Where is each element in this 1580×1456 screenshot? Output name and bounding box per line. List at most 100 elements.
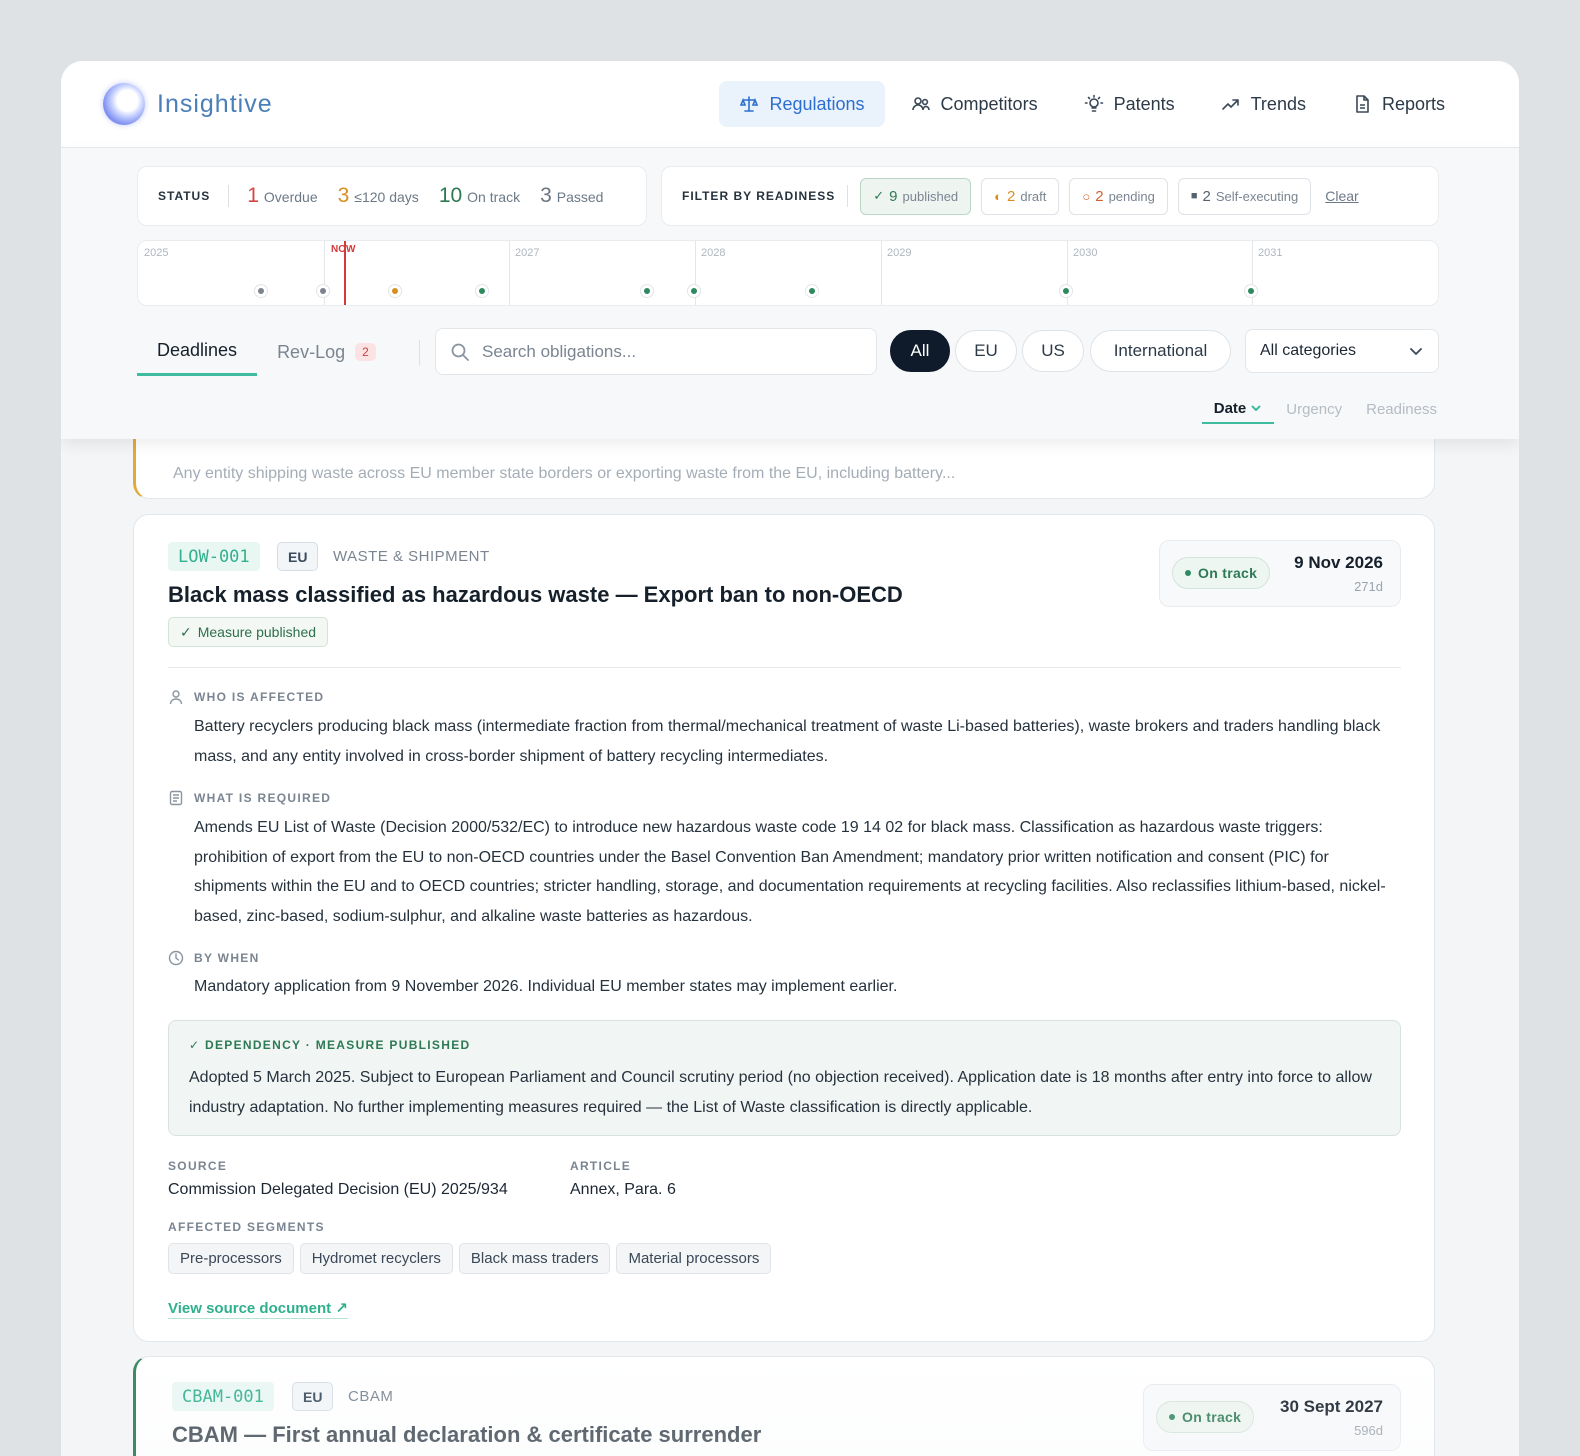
trend-icon [1221,99,1239,110]
timeline-year: 2030 [1073,247,1098,259]
region-badge: EU [277,542,319,571]
search-input[interactable] [482,341,842,362]
who-text: Battery recyclers producing black mass (… [194,718,1381,765]
filter-eu[interactable]: EU [955,330,1017,372]
dependency-label: DEPENDENCY · MEASURE PUBLISHED [205,1038,471,1052]
segment-tag: Material processors [616,1243,772,1274]
sort-readiness[interactable]: Readiness [1354,394,1449,424]
users-icon [911,97,930,111]
stat-count: 1 [247,184,259,207]
controls-panel: STATUS 1 Overdue 3 ≤120 days 10 On track… [61,148,1519,439]
timeline-dot[interactable] [641,285,653,297]
chip-count: 2 [1007,187,1016,205]
region-badge: EU [292,1382,334,1411]
scale-icon [740,96,759,112]
filter-chip-draft[interactable]: ◐ 2 draft [981,177,1060,215]
nav-patents[interactable]: Patents [1064,81,1195,127]
timeline-gridline [509,241,510,305]
divider [228,185,230,207]
nav-regulations-label: Regulations [769,93,865,114]
status-label: On track [1182,1409,1242,1425]
category-select-value: All categories [1260,342,1357,359]
filter-all[interactable]: All [890,330,950,372]
view-source-link[interactable]: View source document ↗ [168,1299,348,1319]
nav-regulations[interactable]: Regulations [719,81,885,127]
search-box [435,328,877,375]
lightbulb-icon [1084,94,1103,112]
category-select[interactable]: All categories [1245,329,1439,373]
obligation-card[interactable]: LOW-001 EU WASTE & SHIPMENT Black mass c… [133,514,1435,1342]
source-value: Commission Delegated Decision (EU) 2025/… [168,1181,508,1198]
nav-reports-label: Reports [1381,93,1445,114]
timeline-dot[interactable] [476,285,488,297]
nav-competitors[interactable]: Competitors [891,81,1058,127]
clear-filter-link[interactable]: Clear [1325,188,1358,204]
status-label: On track [1198,565,1258,581]
main-nav: Regulations Competitors Patents Trends R… [719,81,1465,127]
category-label: WASTE & SHIPMENT [333,548,490,565]
filter-chip-pending[interactable]: ○ 2 pending [1069,177,1168,215]
filter-chip-self-executing[interactable]: ■ 2 Self-executing [1177,177,1312,215]
timeline-dot[interactable] [1245,285,1257,297]
filter-label: FILTER BY READINESS [682,189,836,203]
stat-on-track[interactable]: 10 On track [439,184,520,208]
stat-passed[interactable]: 3 Passed [540,184,603,208]
tab-revlog[interactable]: Rev-Log 2 [257,328,396,376]
sort-urgency[interactable]: Urgency [1274,394,1354,424]
status-summary: STATUS 1 Overdue 3 ≤120 days 10 On track… [137,166,647,226]
when-heading: BY WHEN [168,950,260,966]
logo-orb-icon [103,83,145,125]
section-label: WHO IS AFFECTED [194,690,325,704]
chip-label: published [902,188,959,204]
app-window: Insightive Regulations Competitors Paten… [61,61,1519,1456]
status-badge: On track [1172,557,1271,589]
timeline-dot[interactable] [1060,285,1072,297]
stat-overdue[interactable]: 1 Overdue [247,184,317,208]
obligation-code: LOW-001 [168,542,260,571]
filter-us[interactable]: US [1022,330,1084,372]
timeline-dot[interactable] [806,285,818,297]
timeline-year: 2029 [887,247,912,259]
what-text: Amends EU List of Waste (Decision 2000/5… [194,819,1386,925]
half-circle-icon: ◐ [994,188,1003,204]
search-icon [451,343,469,361]
stat-due-soon[interactable]: 3 ≤120 days [338,184,419,208]
filter-international[interactable]: International [1090,330,1231,372]
status-dot-icon [1169,1414,1175,1420]
timeline-now-label: NOW [331,244,356,255]
chip-label: Self-executing [1215,188,1299,204]
brand-logo[interactable]: Insightive [103,83,273,125]
check-icon: ✓ [873,188,885,203]
days-remaining: 271d [1354,579,1383,594]
square-icon: ■ [1190,190,1198,202]
chip-label: draft [1020,188,1047,204]
obligation-card-next[interactable]: CBAM-001 EU CBAM CBAM — First annual dec… [133,1356,1435,1456]
timeline-dot[interactable] [255,285,267,297]
deadline-timeline: 2025 NOW 2027 2028 2029 2030 2031 [137,240,1439,306]
stat-label: Passed [556,189,604,205]
dependency-box: ✓ DEPENDENCY · MEASURE PUBLISHED Adopted… [168,1020,1401,1136]
nav-reports[interactable]: Reports [1332,81,1465,127]
deadline-box: On track 30 Sept 2027 596d [1143,1384,1401,1451]
circle-icon: ○ [1082,188,1091,204]
timeline-dot[interactable] [688,285,700,297]
sort-label: Readiness [1366,400,1437,418]
segment-tag: Pre-processors [168,1243,294,1274]
category-label: CBAM [348,1388,394,1405]
document-icon [1356,95,1369,113]
sort-date[interactable]: Date [1201,394,1275,424]
timeline-year: 2025 [144,247,169,259]
filter-chip-published[interactable]: ✓ 9 published [860,177,972,215]
what-heading: WHAT IS REQUIRED [168,790,331,806]
brand-name: Insightive [157,89,273,118]
timeline-dot[interactable] [389,285,401,297]
tab-deadlines[interactable]: Deadlines [137,328,258,376]
nav-trends-label: Trends [1250,93,1306,114]
segments-label: AFFECTED SEGMENTS [168,1220,325,1234]
timeline-dot[interactable] [317,285,329,297]
divider [847,185,849,207]
stat-label: ≤120 days [354,189,419,205]
nav-trends[interactable]: Trends [1201,81,1326,127]
readiness-badge: ✓ Measure published [168,617,329,647]
sort-options: Date Urgency Readiness [1201,394,1449,424]
